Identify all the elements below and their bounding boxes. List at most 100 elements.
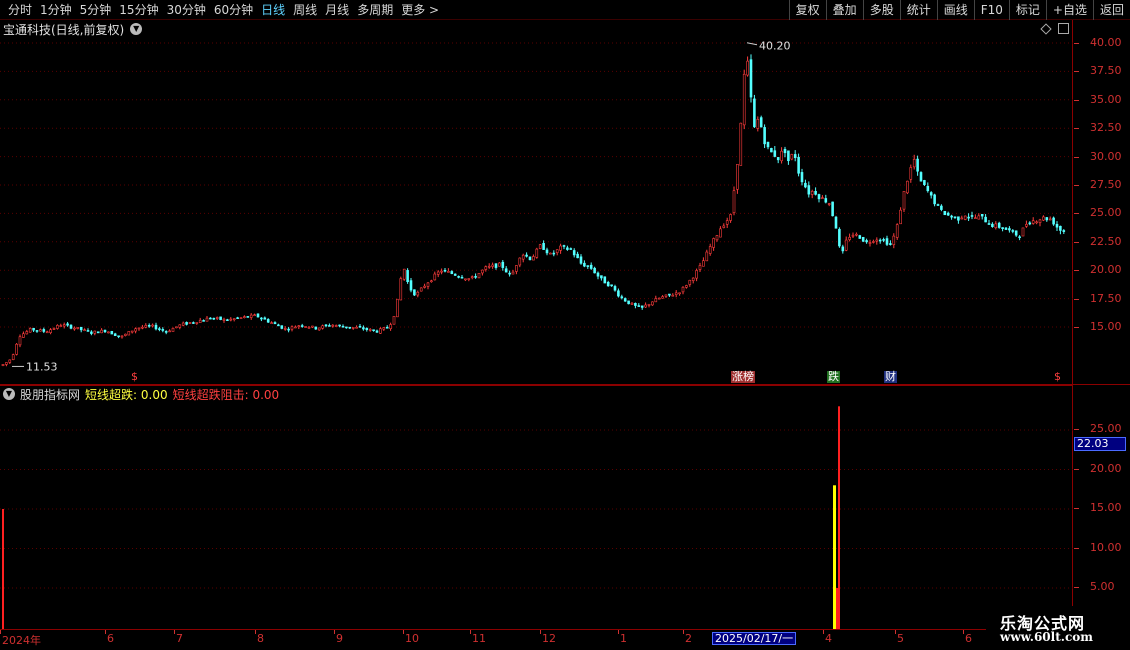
period-tab[interactable]: 更多 > [397,0,443,20]
candle [375,329,379,333]
candle [963,215,967,221]
candle-body [702,260,705,267]
candle-body [569,248,573,250]
candle [997,221,1001,229]
candle [209,317,212,320]
candle [984,214,987,223]
candle [423,283,426,289]
indicator-name[interactable]: 股朋指标网 [20,386,80,403]
toolbar-button[interactable]: 画线 [936,0,974,20]
candle [946,211,950,216]
period-tab[interactable]: 5分钟 [76,0,116,20]
candle [579,254,583,265]
candle [681,286,685,295]
candle [763,124,766,149]
toolbar-button[interactable]: 标记 [1008,0,1046,20]
period-tab[interactable]: 分时 [4,0,36,20]
candle-body [824,198,828,203]
candle [661,295,664,299]
toolbar-button[interactable]: 返回 [1092,0,1130,20]
candle-body [902,191,906,210]
candle [950,214,953,220]
indicator-chart[interactable] [0,386,1073,630]
candle-body [912,158,916,168]
period-tab[interactable]: 30分钟 [163,0,210,20]
candle-body [855,233,858,236]
candle-body [113,333,117,337]
candle-body [236,317,239,319]
candle-body [477,272,481,279]
candle [426,281,430,290]
candle-body [637,305,641,307]
candle [528,256,532,261]
period-tab[interactable]: 日线 [257,0,289,20]
period-tab[interactable]: 月线 [321,0,353,20]
candle-body [450,271,454,274]
candle-body [807,185,811,195]
candle [164,330,168,335]
indicator-tick-mark [1074,508,1079,509]
candle-body [950,215,953,218]
candlestick-chart[interactable]: 40.20 11.53 [0,20,1073,384]
period-tab[interactable]: 60分钟 [210,0,257,20]
period-tab[interactable]: 多周期 [353,0,397,20]
period-tab[interactable]: 1分钟 [36,0,76,20]
candle-body [528,256,532,261]
candle [821,195,824,199]
chevron-down-icon[interactable]: ▼ [3,388,15,400]
price-tick-mark [1074,213,1079,215]
candle [481,269,484,276]
candle [797,153,800,177]
candle-body [151,324,154,327]
candle [719,226,722,238]
candle-body [69,324,73,329]
candle-body [552,252,556,255]
price-tick-label: 20.00 [1090,263,1122,277]
time-tick-mark [470,630,471,634]
period-tab[interactable]: 周线 [289,0,321,20]
time-tick-mark [0,630,1,634]
candle-body [685,285,688,288]
indicator-pane[interactable] [0,385,1073,629]
candle-body [402,268,406,280]
indicator-tick-label: 20.00 [1090,461,1122,475]
main-chart-pane[interactable]: 40.20 11.53 [0,20,1073,384]
candle-body [484,266,488,270]
toolbar-button[interactable]: 复权 [788,0,826,20]
toolbar-button[interactable]: F10 [973,0,1009,20]
event-marker-fin[interactable]: 财 [884,371,897,383]
event-marker-rise[interactable]: 涨榜 [731,371,755,383]
toolbar-button[interactable]: 叠加 [825,0,863,20]
candle [178,324,182,330]
toolbar-button[interactable]: 统计 [899,0,937,20]
event-marker-fall[interactable]: 跌 [827,371,840,383]
candle [66,321,69,327]
candle [273,321,277,325]
candle-body [770,148,773,153]
candle-body [549,252,552,255]
candle-body [521,254,525,260]
toolbar-button[interactable]: +自选 [1045,0,1093,20]
period-tab[interactable]: 15分钟 [115,0,162,20]
price-tick-label: 22.50 [1090,234,1122,248]
candle [674,290,678,298]
candle [576,251,579,259]
candle-body [627,300,630,305]
candle-body [481,269,484,274]
candle-body [178,324,182,328]
candle [783,146,787,158]
candle-body [763,127,766,145]
candle-body [498,262,501,267]
event-marker-dollar[interactable]: $ [1053,371,1062,383]
candle [202,319,205,322]
event-marker-dollar[interactable]: $ [130,371,139,383]
candle-body [940,205,943,210]
candle [263,316,267,320]
toolbar-button[interactable]: 多股 [862,0,900,20]
candle-body [654,298,658,303]
candle-body [1038,219,1042,223]
candle-body [147,325,151,327]
price-tick-mark [1074,270,1079,272]
candle [957,216,960,224]
indicator-bar-yellow [833,485,836,629]
